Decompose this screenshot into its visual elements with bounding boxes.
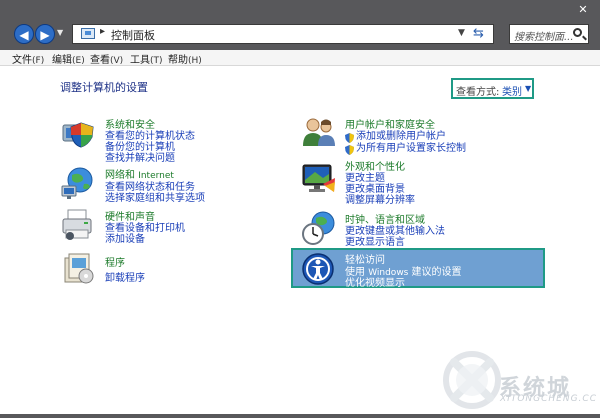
uac-shield-icon <box>345 140 354 155</box>
programs-box-icon[interactable] <box>62 252 94 284</box>
address-dropdown-chevron-icon[interactable]: ▼ <box>458 28 465 38</box>
address-bar[interactable]: ▸ 控制面板 ▼ ⇆ <box>72 24 494 44</box>
search-placeholder: 搜索控制面... <box>514 32 574 43</box>
breadcrumb-separator-icon[interactable]: ▸ <box>100 26 105 37</box>
close-button[interactable]: ✕ <box>574 2 592 18</box>
menu-help[interactable]: 帮助(H) <box>168 51 202 66</box>
clock-globe-icon[interactable] <box>301 210 335 245</box>
monitor-palette-icon[interactable] <box>301 162 335 194</box>
uac-shield-icon <box>345 128 354 143</box>
title-bar: ✕ ◀ ▶ ▼ ▸ 控制面板 ▼ ⇆ 搜索控制面... <box>0 0 600 50</box>
link-find-fix-problems[interactable]: 查找并解决问题 <box>105 149 175 164</box>
control-panel-window: ✕ ◀ ▶ ▼ ▸ 控制面板 ▼ ⇆ 搜索控制面... 文件(F) 编辑(E) … <box>0 0 600 418</box>
back-button[interactable]: ◀ <box>14 24 34 44</box>
recent-pages-chevron-icon[interactable]: ▼ <box>57 28 63 37</box>
link-uninstall-program[interactable]: 卸载程序 <box>105 269 145 284</box>
window-bottom-border <box>0 414 600 418</box>
breadcrumb[interactable]: 控制面板 <box>111 27 155 43</box>
view-by-selector[interactable]: 查看方式: 类别 ▼ <box>451 78 534 99</box>
printer-icon[interactable] <box>60 208 92 240</box>
link-optimize-video-display[interactable]: 优化视频显示 <box>345 274 405 289</box>
control-panel-icon <box>81 28 95 39</box>
link-homegroup-sharing[interactable]: 选择家庭组和共享选项 <box>105 189 205 204</box>
link-parental-controls[interactable]: 为所有用户设置家长控制 <box>356 139 466 154</box>
shield-computer-icon[interactable] <box>61 115 94 148</box>
menu-view[interactable]: 查看(V) <box>90 51 123 66</box>
refresh-icon[interactable]: ⇆ <box>473 26 484 41</box>
watermark-url: XITONGCHENG.CC <box>500 394 597 404</box>
menu-file[interactable]: 文件(F) <box>12 51 44 66</box>
search-input[interactable]: 搜索控制面... <box>509 24 589 44</box>
ease-of-access-icon[interactable] <box>301 252 334 285</box>
category-programs[interactable]: 程序 <box>105 254 125 269</box>
users-icon[interactable] <box>301 116 335 148</box>
view-by-chevron-down-icon[interactable]: ▼ <box>525 84 531 93</box>
view-by-value[interactable]: 类别 <box>502 83 522 98</box>
view-by-label: 查看方式: <box>456 87 500 98</box>
page-title: 调整计算机的设置 <box>60 81 148 94</box>
link-screen-resolution[interactable]: 调整屏幕分辨率 <box>345 191 415 206</box>
menu-tools[interactable]: 工具(T) <box>130 51 163 66</box>
globe-network-icon[interactable] <box>60 166 93 199</box>
search-icon[interactable] <box>573 28 582 37</box>
menu-bar: 文件(F) 编辑(E) 查看(V) 工具(T) 帮助(H) <box>0 50 600 66</box>
menu-edit[interactable]: 编辑(E) <box>52 51 85 66</box>
link-add-device[interactable]: 添加设备 <box>105 230 145 245</box>
menu-divider <box>0 65 600 66</box>
forward-button[interactable]: ▶ <box>35 24 55 44</box>
link-change-display-language[interactable]: 更改显示语言 <box>345 233 405 248</box>
